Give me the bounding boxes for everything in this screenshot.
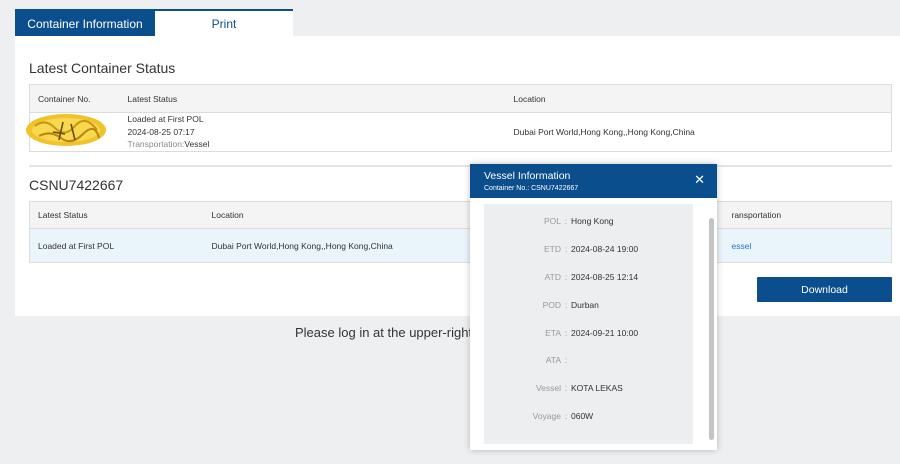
field-key: POD (542, 300, 561, 310)
transport-label: Transportation: (127, 139, 185, 149)
field-vessel: Vessel: KOTA LEKAS (484, 383, 693, 397)
vessel-info-modal: Vessel Information Container No.: CSNU74… (470, 164, 717, 450)
tab-container-information[interactable]: Container Information (15, 9, 155, 36)
field-pol: POL: Hong Kong (484, 216, 693, 230)
tab-print[interactable]: Print (155, 9, 293, 36)
field-ata: ATA: (484, 355, 693, 369)
field-etd: ETD:2024-08-24 19:00 (484, 244, 693, 258)
main-panel: Latest Container Status Container No. La… (15, 36, 900, 316)
header-container-no: Container No. (29, 84, 120, 113)
container-number-title: CSNU7422667 (29, 177, 124, 193)
header-transportation: ransportation (723, 201, 892, 229)
field-key: Vessel (535, 383, 561, 393)
field-value: 2024-08-24 19:00 (571, 244, 639, 254)
table-header-row: Latest Status Location ransportation (29, 201, 892, 229)
field-value: 2024-08-25 12:14 (571, 272, 639, 282)
section-divider (29, 165, 892, 167)
transport-value: Vessel (184, 139, 210, 149)
header-latest-status: Latest Status (119, 84, 506, 113)
field-value: Hong Kong (571, 216, 614, 226)
status-cell: Loaded at First POL (29, 228, 204, 263)
container-events-table: Latest Status Location ransportation Loa… (29, 201, 892, 263)
login-message: Please log in at the upper-right c (295, 325, 483, 340)
redaction-scribble (26, 114, 106, 146)
field-value: 060W (571, 411, 594, 421)
location-cell: Dubai Port World,Hong Kong,,Hong Kong,Ch… (513, 126, 695, 137)
field-key: ETA (545, 328, 561, 338)
tab-bar: Container Information Print (15, 9, 293, 36)
header-location: Location (505, 84, 892, 113)
table-row: Loaded at First POL 2024-08-25 07:17 Tra… (30, 113, 892, 152)
close-icon[interactable]: ✕ (694, 172, 705, 188)
table-row: Loaded at First POL Dubai Port World,Hon… (29, 228, 892, 263)
latest-status-title: Latest Container Status (29, 60, 176, 76)
field-key: POL (543, 216, 561, 226)
modal-title: Vessel Information (484, 170, 571, 182)
status-text: Loaded at First POL (127, 114, 204, 124)
field-value: 2024-09-21 10:00 (571, 328, 639, 338)
vessel-fields: POL: Hong Kong ETD:2024-08-24 19:00 ATD:2… (484, 204, 693, 444)
download-button[interactable]: Download (757, 277, 892, 302)
field-eta: ETA:2024-09-21 10:00 (484, 328, 693, 342)
field-key: ATD (544, 272, 561, 282)
latest-status-cell: Loaded at First POL 2024-08-25 07:17 Tra… (120, 113, 506, 152)
field-value: Durban (571, 300, 599, 310)
transport-link[interactable]: essel (723, 228, 892, 263)
field-key: ETD (544, 244, 561, 254)
table-header-row: Container No. Latest Status Location (29, 84, 892, 113)
status-datetime: 2024-08-25 07:17 (127, 126, 195, 137)
field-key: ATA (545, 355, 561, 365)
modal-scrollbar[interactable] (709, 218, 714, 440)
field-pod: POD: Durban (484, 300, 693, 314)
field-value: KOTA LEKAS (571, 383, 623, 393)
field-key: Voyage (532, 411, 561, 421)
field-atd: ATD:2024-08-25 12:14 (484, 272, 693, 286)
header-latest-status: Latest Status (29, 201, 204, 229)
modal-container-no: Container No.: CSNU7422667 (484, 185, 579, 192)
modal-header: Vessel Information Container No.: CSNU74… (470, 164, 717, 198)
latest-status-table: Container No. Latest Status Location Loa… (29, 84, 892, 152)
field-voyage: Voyage:060W (484, 411, 693, 425)
